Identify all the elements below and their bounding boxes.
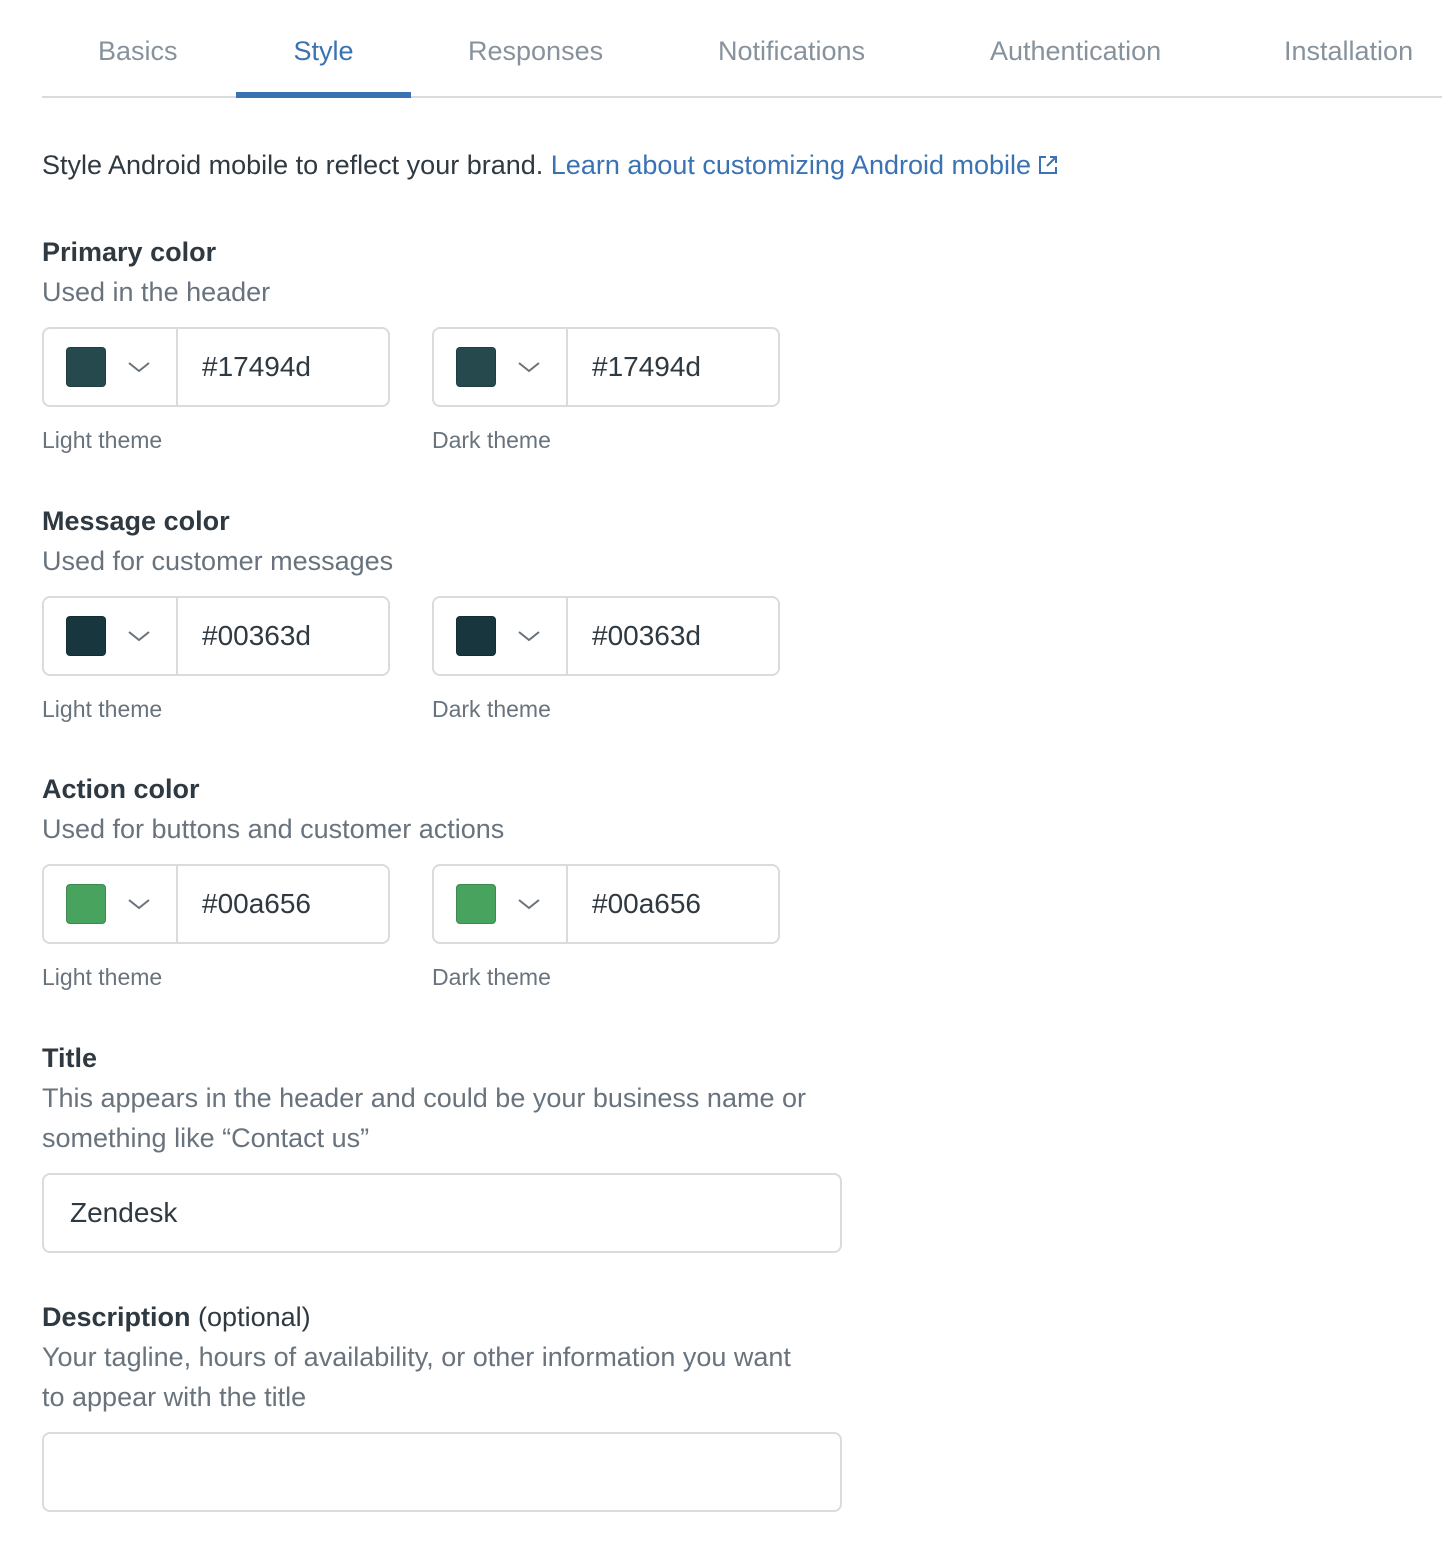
chevron-down-icon	[128, 631, 150, 642]
title-input[interactable]: Zendesk	[42, 1173, 842, 1253]
primary-dark-hex-input[interactable]: #17494d	[568, 329, 778, 405]
message-light-picker-button[interactable]	[44, 598, 178, 674]
title-label: Title	[42, 1043, 98, 1073]
primary-color-section: Primary color Used in the header #17494d…	[42, 232, 780, 453]
chevron-down-icon	[518, 362, 540, 373]
description-input[interactable]	[42, 1432, 842, 1512]
action-light-hex-input[interactable]: #00a656	[178, 866, 388, 942]
learn-more-link[interactable]: Learn about customizing Android mobile	[551, 150, 1059, 180]
color-swatch	[456, 884, 496, 924]
message-color-hint: Used for customer messages	[42, 546, 394, 576]
tab-style[interactable]: Style	[236, 36, 411, 98]
action-color-section: Action color Used for buttons and custom…	[42, 769, 780, 990]
primary-light-hex-input[interactable]: #17494d	[178, 329, 388, 405]
optional-marker: (optional)	[198, 1302, 311, 1332]
light-theme-label: Light theme	[42, 964, 163, 990]
chevron-down-icon	[128, 899, 150, 910]
chevron-down-icon	[518, 899, 540, 910]
message-dark-color-field: #00363d Dark theme	[432, 596, 780, 723]
primary-color-hint: Used in the header	[42, 277, 271, 307]
description-hint-line1: Your tagline, hours of availability, or …	[42, 1342, 791, 1372]
action-dark-color-field: #00a656 Dark theme	[432, 864, 780, 991]
learn-more-link-label: Learn about customizing Android mobile	[550, 150, 1032, 180]
tab-notifications[interactable]: Notifications	[718, 36, 865, 96]
external-link-icon	[1039, 156, 1058, 174]
primary-light-picker-button[interactable]	[44, 329, 178, 405]
tab-responses[interactable]: Responses	[468, 36, 603, 96]
message-color-label: Message color	[42, 506, 230, 536]
tab-basics[interactable]: Basics	[98, 36, 178, 96]
primary-dark-color-field: #17494d Dark theme	[432, 327, 780, 454]
title-section: Title This appears in the header and cou…	[42, 1038, 862, 1253]
intro-text: Style Android mobile to reflect your bra…	[42, 150, 1059, 181]
message-light-color-field: #00363d Light theme	[42, 596, 390, 723]
dark-theme-label: Dark theme	[432, 964, 551, 990]
action-color-hint: Used for buttons and customer actions	[42, 814, 505, 844]
description-hint-line2: to appear with the title	[42, 1382, 307, 1412]
tab-authentication[interactable]: Authentication	[990, 36, 1161, 96]
message-dark-hex-input[interactable]: #00363d	[568, 598, 778, 674]
action-dark-picker-button[interactable]	[434, 866, 568, 942]
color-swatch	[66, 616, 106, 656]
light-theme-label: Light theme	[42, 427, 163, 453]
color-swatch	[456, 347, 496, 387]
message-light-hex-input[interactable]: #00363d	[178, 598, 388, 674]
dark-theme-label: Dark theme	[432, 696, 551, 722]
dark-theme-label: Dark theme	[432, 427, 551, 453]
primary-color-label: Primary color	[42, 237, 217, 267]
tab-bar: Basics Style Responses Notifications Aut…	[42, 0, 1442, 98]
description-section: Description (optional) Your tagline, hou…	[42, 1297, 862, 1512]
action-light-color-field: #00a656 Light theme	[42, 864, 390, 991]
action-color-label: Action color	[42, 774, 200, 804]
color-swatch	[66, 884, 106, 924]
description-label: Description (optional)	[42, 1297, 862, 1337]
primary-dark-picker-button[interactable]	[434, 329, 568, 405]
action-dark-hex-input[interactable]: #00a656	[568, 866, 778, 942]
description-label-text: Description	[42, 1302, 191, 1332]
light-theme-label: Light theme	[42, 696, 163, 722]
message-dark-picker-button[interactable]	[434, 598, 568, 674]
title-hint-line1: This appears in the header and could be …	[42, 1083, 806, 1113]
action-light-picker-button[interactable]	[44, 866, 178, 942]
chevron-down-icon	[128, 362, 150, 373]
title-hint-line2: something like “Contact us”	[42, 1123, 370, 1153]
intro-description: Style Android mobile to reflect your bra…	[42, 150, 551, 180]
chevron-down-icon	[518, 631, 540, 642]
primary-light-color-field: #17494d Light theme	[42, 327, 390, 454]
color-swatch	[456, 616, 496, 656]
color-swatch	[66, 347, 106, 387]
message-color-section: Message color Used for customer messages…	[42, 501, 780, 722]
tab-installation[interactable]: Installation	[1284, 36, 1413, 96]
